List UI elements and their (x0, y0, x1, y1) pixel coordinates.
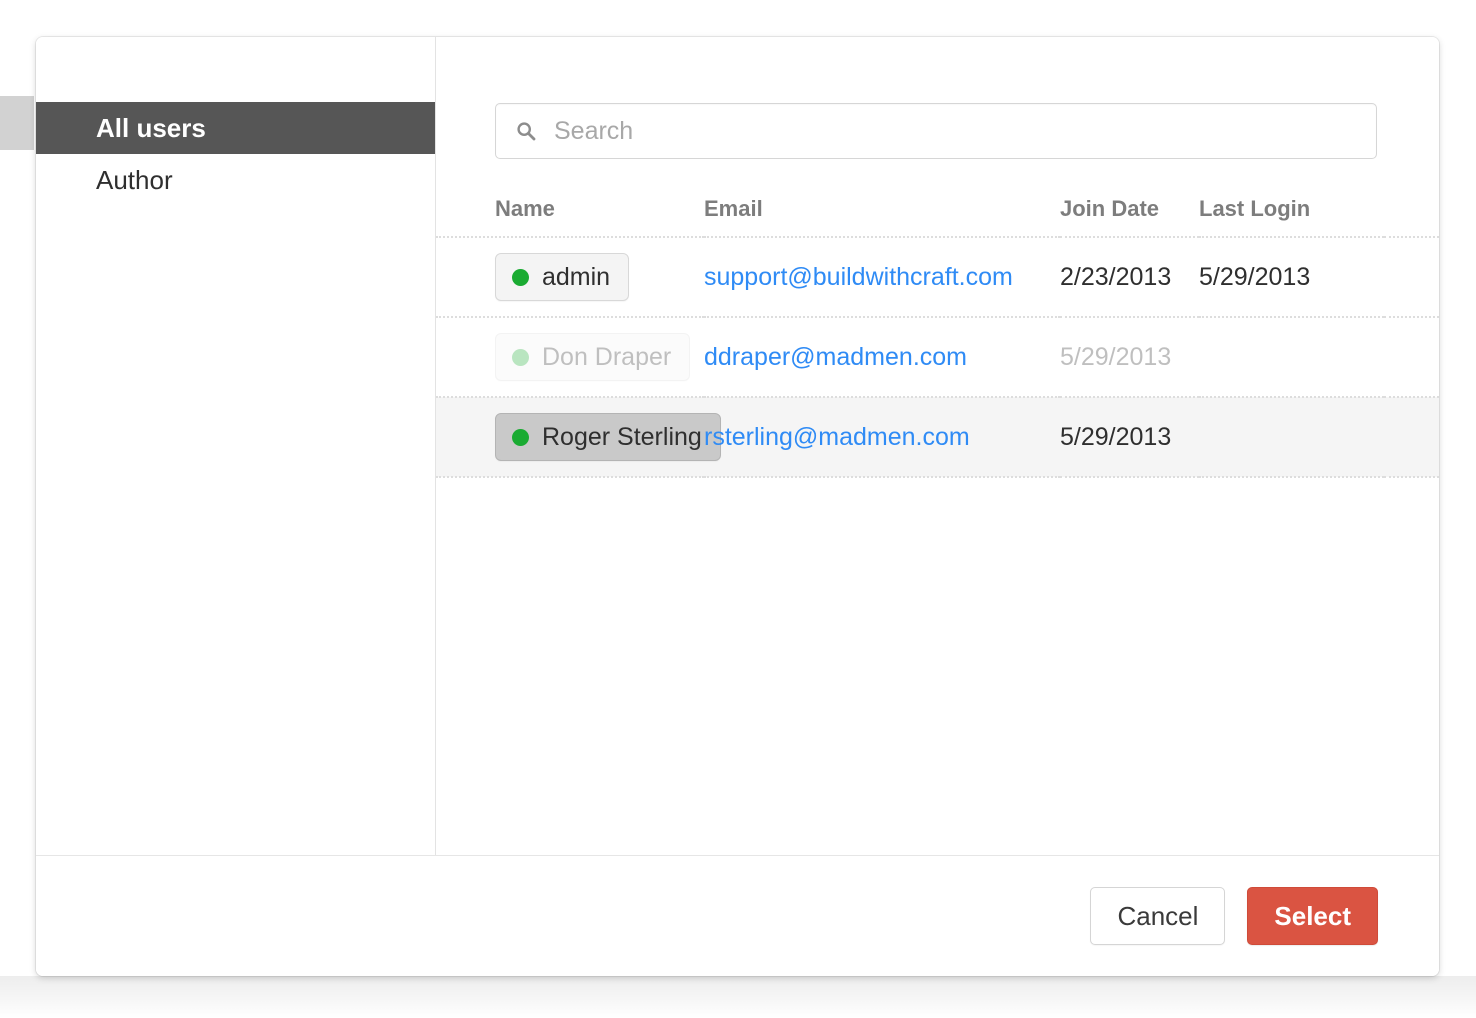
user-name-label: Don Draper (542, 343, 671, 372)
status-online-icon (512, 349, 529, 366)
users-table-wrap: Name Email Join Date Last Login (436, 196, 1439, 855)
cell-spacer (1384, 397, 1439, 477)
table-header-row: Name Email Join Date Last Login (436, 196, 1439, 237)
sidebar-item-author[interactable]: Author (36, 154, 435, 206)
cell-name: Don Draper (436, 317, 704, 397)
cell-email: ddraper@madmen.com (704, 317, 1060, 397)
select-button[interactable]: Select (1247, 887, 1378, 945)
background-left-tab (0, 96, 34, 150)
users-table: Name Email Join Date Last Login (436, 196, 1439, 478)
search-input[interactable] (496, 104, 1376, 158)
cell-name: admin (436, 237, 704, 317)
table-body: admin support@buildwithcraft.com 2/23/20… (436, 237, 1439, 477)
user-name-label: Roger Sterling (542, 423, 702, 452)
status-online-icon (512, 269, 529, 286)
column-header-name[interactable]: Name (436, 196, 704, 237)
cell-last-login (1199, 317, 1384, 397)
table-row[interactable]: Roger Sterling rsterling@madmen.com 5/29… (436, 397, 1439, 477)
user-selector-modal: All users Author (36, 37, 1439, 976)
modal-body: All users Author (36, 37, 1439, 855)
cell-spacer (1384, 237, 1439, 317)
cell-join-date: 2/23/2013 (1060, 237, 1199, 317)
modal-footer: Cancel Select (36, 855, 1439, 976)
sidebar: All users Author (36, 37, 436, 855)
user-name-chip[interactable]: Roger Sterling (495, 413, 721, 461)
cell-last-login: 5/29/2013 (1199, 237, 1384, 317)
column-header-email[interactable]: Email (704, 196, 1060, 237)
cancel-button[interactable]: Cancel (1090, 887, 1225, 945)
sidebar-item-label: Author (96, 165, 173, 196)
column-header-spacer (1384, 196, 1439, 237)
column-header-join-date[interactable]: Join Date (1060, 196, 1199, 237)
table-head: Name Email Join Date Last Login (436, 196, 1439, 237)
sidebar-item-label: All users (96, 113, 206, 144)
cell-email: rsterling@madmen.com (704, 397, 1060, 477)
content-panel: Name Email Join Date Last Login (436, 37, 1439, 855)
email-link[interactable]: support@buildwithcraft.com (704, 263, 1013, 291)
cell-join-date: 5/29/2013 (1060, 317, 1199, 397)
user-name-chip[interactable]: Don Draper (495, 333, 690, 381)
cell-email: support@buildwithcraft.com (704, 237, 1060, 317)
column-header-last-login[interactable]: Last Login (1199, 196, 1384, 237)
email-link[interactable]: ddraper@madmen.com (704, 343, 967, 371)
search-area (436, 37, 1439, 159)
status-online-icon (512, 429, 529, 446)
user-name-chip[interactable]: admin (495, 253, 629, 301)
cell-last-login (1199, 397, 1384, 477)
cell-join-date: 5/29/2013 (1060, 397, 1199, 477)
search-box[interactable] (495, 103, 1377, 159)
table-row[interactable]: Don Draper ddraper@madmen.com 5/29/2013 (436, 317, 1439, 397)
cell-spacer (1384, 317, 1439, 397)
background-lower-band (0, 976, 1476, 1018)
table-row[interactable]: admin support@buildwithcraft.com 2/23/20… (436, 237, 1439, 317)
cell-name: Roger Sterling (436, 397, 704, 477)
sidebar-item-all-users[interactable]: All users (36, 102, 435, 154)
user-name-label: admin (542, 263, 610, 292)
email-link[interactable]: rsterling@madmen.com (704, 423, 970, 451)
